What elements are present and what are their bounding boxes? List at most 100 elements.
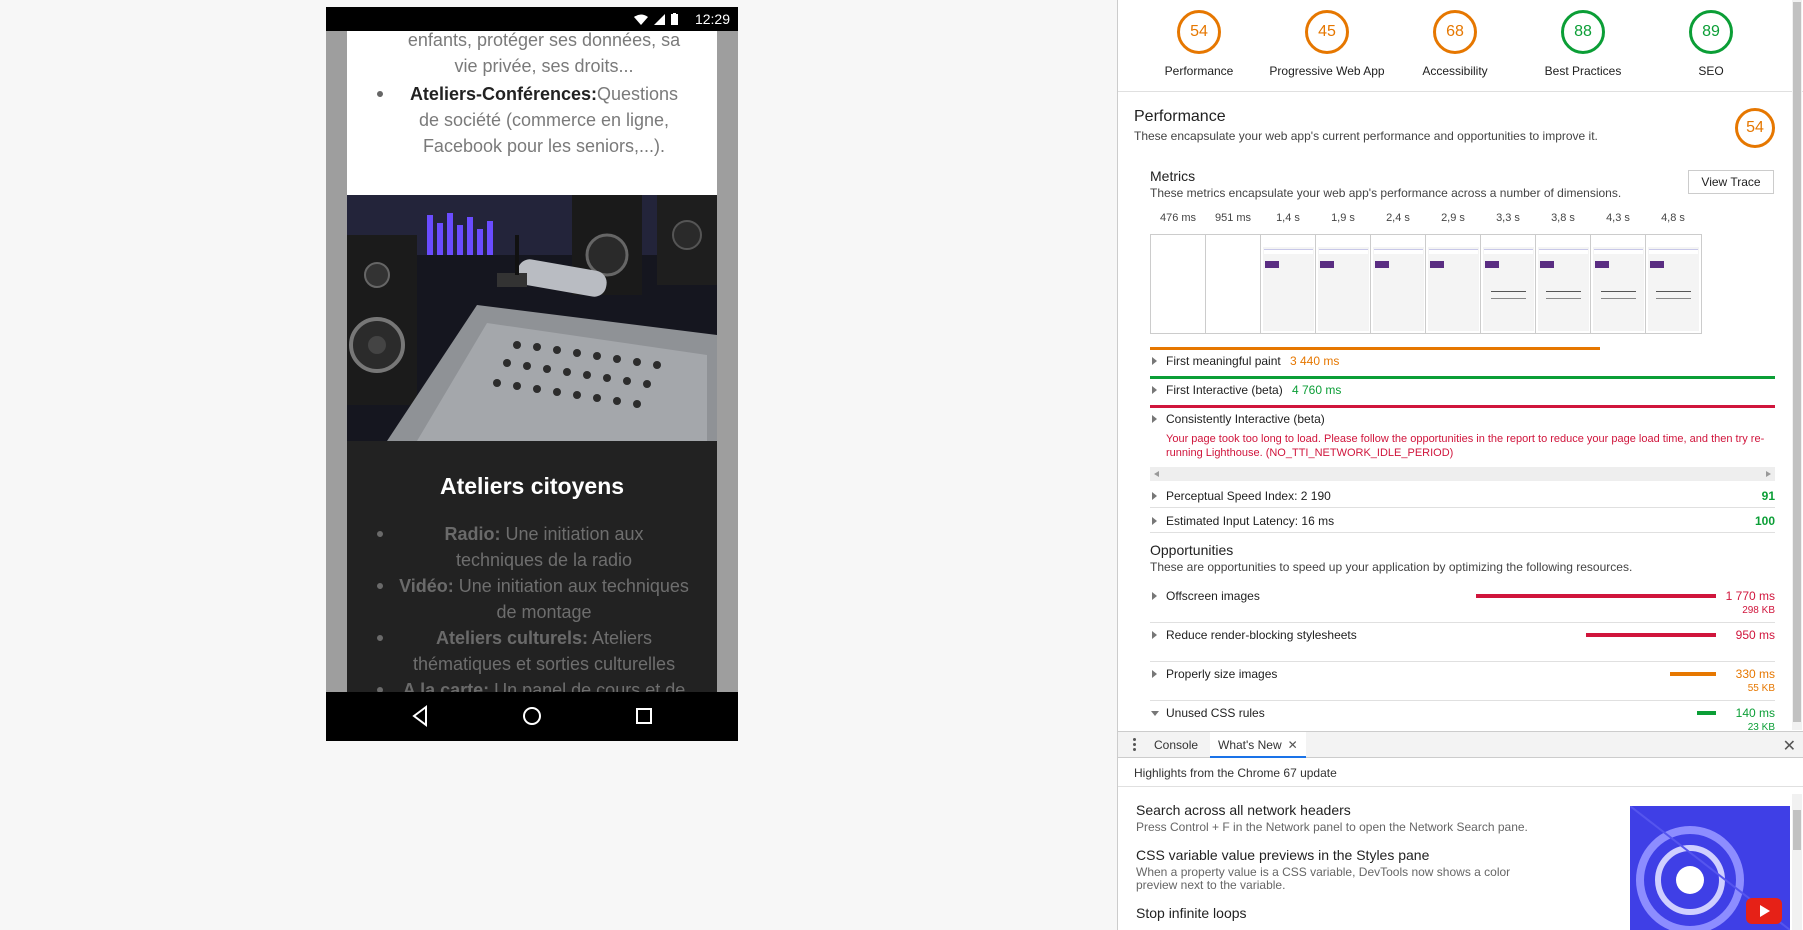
- scrollbar-thumb[interactable]: [1793, 2, 1801, 722]
- filmstrip-frame: [1535, 234, 1592, 334]
- gauge-accessibility[interactable]: 68 Accessibility: [1390, 10, 1520, 78]
- opportunity-name: Unused CSS rules: [1166, 706, 1265, 720]
- whats-new-subtitle: Highlights from the Chrome 67 update: [1134, 766, 1337, 780]
- opportunity-name: Offscreen images: [1166, 589, 1260, 603]
- opportunities-description: These are opportunities to speed up your…: [1150, 560, 1633, 574]
- close-drawer-icon[interactable]: ✕: [1783, 736, 1796, 756]
- phone-frame: 12:29 enfants, protéger ses données, sa …: [326, 7, 738, 741]
- horizontal-scrollbar[interactable]: [1150, 467, 1775, 481]
- dark-section: Ateliers citoyens Radio: Une initiation …: [347, 441, 717, 692]
- view-trace-button[interactable]: View Trace: [1688, 170, 1774, 194]
- expand-arrow-icon: [1152, 492, 1157, 500]
- whats-new-item-title: CSS variable value previews in the Style…: [1136, 847, 1430, 863]
- gauge-score: 88: [1561, 10, 1605, 54]
- metric-score: 91: [1761, 489, 1775, 503]
- whats-new-video-thumbnail[interactable]: [1630, 806, 1790, 930]
- expand-arrow-icon: [1152, 517, 1157, 525]
- recents-icon[interactable]: [632, 704, 656, 728]
- opportunity-time: 330 ms: [1735, 667, 1775, 681]
- phone-screen[interactable]: enfants, protéger ses données, sa vie pr…: [326, 31, 738, 692]
- youtube-play-icon[interactable]: [1746, 898, 1782, 924]
- tab-label: Console: [1154, 738, 1199, 752]
- list-item-bold: A la carte:: [402, 680, 490, 692]
- android-nav-bar: [326, 692, 738, 741]
- gauge-score: 89: [1689, 10, 1733, 54]
- list-item: Vidéo: Une initiation aux techniques de …: [399, 573, 689, 625]
- top-text-line-1: enfants, protéger ses données, sa: [407, 31, 681, 50]
- whats-new-scrollbar[interactable]: [1792, 794, 1802, 930]
- opportunity-name: Properly size images: [1166, 667, 1278, 681]
- collapse-arrow-icon: [1151, 711, 1159, 716]
- bullet-icon: [377, 583, 383, 589]
- list-item-bold: Ateliers-Conférences:: [409, 84, 597, 104]
- whats-new-item[interactable]: Stop infinite loops: [1136, 905, 1536, 921]
- performance-header: Performance These encapsulate your web a…: [1134, 108, 1598, 143]
- opportunity-bar: [1586, 633, 1716, 637]
- ci-timeline-bar: [1150, 405, 1775, 408]
- scroll-left-icon[interactable]: [1154, 471, 1159, 477]
- filmstrip: 476 ms 951 ms 1,4 s 1,9 s 2,4 s 2,9 s 3,3 s 3,8…: [1150, 210, 1775, 334]
- opportunity-bar: [1670, 672, 1716, 676]
- filmstrip-time: 2,9 s: [1441, 212, 1465, 224]
- back-icon[interactable]: [408, 704, 432, 728]
- opportunities-title: Opportunities: [1150, 542, 1234, 558]
- more-options-icon[interactable]: [1133, 738, 1136, 752]
- list-item-text: Un panel de cours et de: [489, 680, 686, 692]
- tab-console[interactable]: Console: [1146, 732, 1206, 758]
- tab-label: What's New: [1218, 738, 1282, 752]
- opportunity-unused-css-rules[interactable]: Unused CSS rules 140 ms 23 KB: [1150, 706, 1775, 730]
- filmstrip-frame: [1260, 234, 1317, 334]
- filmstrip-frame: [1590, 234, 1647, 334]
- fmp-timeline-bar: [1150, 347, 1600, 350]
- devtools-panel: 54 Performance 45 Progressive Web App 68…: [1117, 0, 1803, 930]
- metric-error-message: Your page took too long to load. Please …: [1166, 433, 1765, 459]
- gauge-best-practices[interactable]: 88 Best Practices: [1518, 10, 1648, 78]
- list-item-bold: Ateliers culturels:: [435, 628, 589, 648]
- scroll-right-icon[interactable]: [1766, 471, 1771, 477]
- report-scrollbar[interactable]: [1792, 0, 1802, 730]
- lighthouse-report: 54 Performance 45 Progressive Web App 68…: [1118, 0, 1803, 730]
- mixing-console-image: [347, 195, 717, 441]
- website-content: enfants, protéger ses données, sa vie pr…: [347, 31, 717, 692]
- close-tab-icon[interactable]: ✕: [1288, 738, 1298, 752]
- gauge-label: Accessibility: [1422, 64, 1488, 78]
- filmstrip-time: 1,4 s: [1276, 212, 1300, 224]
- signal-icon: [654, 13, 665, 25]
- gauge-pwa[interactable]: 45 Progressive Web App: [1262, 10, 1392, 78]
- home-icon[interactable]: [520, 704, 544, 728]
- score-gauges: 54 Performance 45 Progressive Web App 68…: [1118, 0, 1803, 92]
- performance-description: These encapsulate your web app's current…: [1134, 129, 1598, 143]
- divider: [1150, 622, 1775, 623]
- gauge-label: Progressive Web App: [1269, 64, 1385, 78]
- gauge-score: 45: [1305, 10, 1349, 54]
- divider: [1150, 507, 1775, 508]
- filmstrip-time: 2,4 s: [1386, 212, 1410, 224]
- metric-name: Consistently Interactive (beta): [1166, 412, 1325, 426]
- metric-value: 4 760 ms: [1292, 383, 1342, 397]
- filmstrip-frame: [1205, 234, 1262, 334]
- filmstrip-frame: [1150, 234, 1207, 334]
- metrics-header: Metrics These metrics encapsulate your w…: [1150, 168, 1621, 200]
- section-title: Ateliers citoyens: [439, 473, 625, 499]
- metrics-description: These metrics encapsulate your web app's…: [1150, 186, 1622, 200]
- gauge-seo[interactable]: 89 SEO: [1646, 10, 1776, 78]
- status-icons: [634, 13, 678, 25]
- whats-new-item[interactable]: Search across all network headers Press …: [1136, 802, 1536, 834]
- bullet-icon: [377, 91, 383, 97]
- divider: [1150, 532, 1775, 533]
- gauge-label: Best Practices: [1544, 64, 1622, 78]
- list-item-bold: Radio:: [444, 524, 501, 544]
- gauge-performance[interactable]: 54 Performance: [1134, 10, 1264, 78]
- opportunity-size: 23 KB: [1747, 722, 1775, 730]
- filmstrip-time: 3,8 s: [1551, 212, 1575, 224]
- whats-new-item[interactable]: CSS variable value previews in the Style…: [1136, 847, 1536, 892]
- tab-whats-new[interactable]: What's New ✕: [1210, 732, 1306, 758]
- battery-icon: [671, 13, 678, 25]
- metric-name: Perceptual Speed Index: 2 190: [1166, 489, 1331, 503]
- expand-arrow-icon: [1152, 357, 1157, 365]
- opportunity-name: Reduce render-blocking stylesheets: [1166, 628, 1357, 642]
- scrollbar-thumb[interactable]: [1793, 810, 1801, 850]
- filmstrip-time: 1,9 s: [1331, 212, 1355, 224]
- opportunity-time: 140 ms: [1735, 706, 1775, 720]
- metric-value: 3 440 ms: [1290, 354, 1340, 368]
